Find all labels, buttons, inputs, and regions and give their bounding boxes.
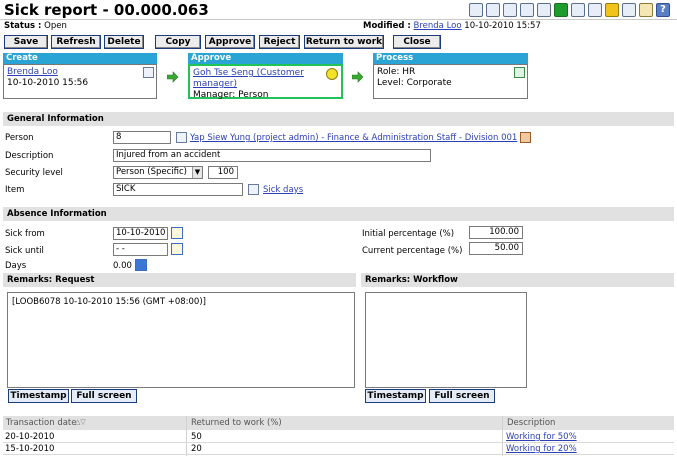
workflow-create-box: Brenda Loo 10-10-2010 15:56 [3, 64, 157, 99]
security-level-number[interactable]: 100 [208, 166, 238, 179]
workflow-create-header: Create [3, 53, 157, 64]
arrow-right-icon [167, 71, 179, 83]
workflow-create-date: 10-10-2010 15:56 [7, 78, 89, 88]
workflow-process-level: Level: Corporate [377, 78, 452, 88]
remarks-request-heading: Remarks: Request [3, 273, 356, 287]
workflow-approve-header: Approve [188, 53, 343, 64]
table-header: Transaction date △▽ Returned to work (%)… [3, 416, 674, 430]
workflow-approve-name[interactable]: Goh Tse Seng (Customer manager) [193, 68, 321, 90]
calendar-icon[interactable] [171, 227, 183, 239]
workflow-create-name[interactable]: Brenda Loo [7, 67, 153, 78]
settings-icon[interactable] [605, 3, 619, 17]
cell-percent: 50 [191, 432, 202, 442]
sick-until-label: Sick until [5, 246, 44, 256]
copy-button[interactable]: Copy [155, 35, 201, 49]
sick-from-label: Sick from [5, 229, 45, 239]
delete-button[interactable]: Delete [104, 35, 144, 49]
initial-percentage-label: Initial percentage (%) [362, 229, 455, 239]
arrow-right-icon [352, 71, 364, 83]
security-level-select[interactable]: Person (Specific) [113, 166, 203, 179]
sick-until-input[interactable]: - - [113, 243, 168, 256]
sick-days-link[interactable]: Sick days [263, 185, 303, 195]
full-screen-button[interactable]: Full screen [71, 389, 137, 403]
approve-button[interactable]: Approve [205, 35, 255, 49]
modified-by-link[interactable]: Brenda Loo [414, 21, 462, 31]
document-icon[interactable] [537, 3, 551, 17]
description-label: Description [5, 151, 54, 161]
current-percentage-input[interactable]: 50.00 [469, 242, 523, 255]
database-icon[interactable] [571, 3, 585, 17]
refresh-button[interactable]: Refresh [51, 35, 101, 49]
info-icon[interactable] [554, 3, 568, 17]
workflow-process-box: Role: HR Level: Corporate [373, 64, 528, 99]
timestamp-button[interactable]: Timestamp [365, 389, 426, 403]
document-icon[interactable] [486, 3, 500, 17]
absence-information-heading: Absence Information [3, 207, 674, 221]
table-row[interactable]: 15-10-2010 20 Working for 20% [3, 443, 674, 455]
save-button[interactable]: Save [4, 35, 48, 49]
sort-icon[interactable]: △▽ [75, 418, 86, 426]
status-circle-icon [326, 68, 338, 80]
modified-line: Modified : Brenda Loo 10-10-2010 15:57 [363, 21, 541, 31]
full-screen-button[interactable]: Full screen [429, 389, 495, 403]
modified-label: Modified : [363, 21, 411, 31]
person-label: Person [5, 133, 34, 143]
chevron-down-icon[interactable]: ▼ [192, 167, 202, 178]
close-button[interactable]: Close [393, 35, 441, 49]
days-value: 0.00 [113, 261, 132, 271]
reject-button[interactable]: Reject [259, 35, 300, 49]
general-information-heading: General Information [3, 112, 674, 126]
help-icon[interactable]: ? [656, 3, 670, 17]
document-icon[interactable] [520, 3, 534, 17]
workflow-process-role: Role: HR [377, 67, 416, 77]
return-to-work-button[interactable]: Return to work [304, 35, 384, 49]
search-icon[interactable] [248, 184, 259, 195]
current-percentage-label: Current percentage (%) [362, 246, 463, 256]
remarks-workflow-heading: Remarks: Workflow [361, 273, 674, 287]
workflow-approve-manager: Manager: Person [193, 90, 269, 100]
note-icon[interactable] [143, 67, 154, 78]
document-icon[interactable] [503, 3, 517, 17]
sick-from-input[interactable]: 10-10-2010 [113, 227, 168, 240]
item-label: Item [5, 185, 25, 195]
column-transaction-date[interactable]: Transaction date [6, 418, 77, 428]
status-line: Status : Open [4, 21, 67, 31]
database-icon[interactable] [588, 3, 602, 17]
calculator-icon[interactable] [135, 259, 147, 271]
cell-percent: 20 [191, 444, 202, 454]
page-title: Sick report - 00.000.063 [4, 1, 209, 19]
column-returned-to-work[interactable]: Returned to work (%) [191, 418, 282, 428]
print-icon[interactable] [622, 3, 636, 17]
modified-date: 10-10-2010 15:57 [464, 21, 541, 31]
status-value: Open [44, 21, 67, 31]
description-input[interactable]: Injured from an accident [113, 149, 431, 162]
cell-description-link[interactable]: Working for 50% [506, 432, 577, 442]
workflow-approve-box: Goh Tse Seng (Customer manager) Manager:… [188, 64, 343, 100]
column-description[interactable]: Description [507, 418, 555, 428]
status-label: Status : [4, 21, 42, 31]
search-icon[interactable] [176, 132, 187, 143]
process-icon[interactable] [514, 67, 525, 78]
home-icon[interactable] [639, 3, 653, 17]
initial-percentage-input[interactable]: 100.00 [469, 226, 523, 239]
grid-icon[interactable] [469, 3, 483, 17]
timestamp-button[interactable]: Timestamp [8, 389, 69, 403]
calendar-icon[interactable] [171, 243, 183, 255]
remarks-workflow-textarea[interactable] [365, 292, 527, 388]
cell-description-link[interactable]: Working for 20% [506, 444, 577, 454]
person-link[interactable]: Yap Siew Yung (project admin) - Finance … [190, 133, 517, 143]
table-row[interactable]: 20-10-2010 50 Working for 50% [3, 431, 674, 443]
person-input[interactable]: 8 [113, 131, 171, 144]
security-level-label: Security level [5, 168, 63, 178]
user-icon[interactable] [520, 132, 531, 143]
cell-date: 20-10-2010 [5, 432, 55, 442]
workflow-process-header: Process [373, 53, 528, 64]
item-input[interactable]: SICK [113, 183, 243, 196]
remarks-request-textarea[interactable]: [LOOB6078 10-10-2010 15:56 (GMT +08:00)] [7, 292, 355, 388]
days-label: Days [5, 261, 27, 271]
cell-date: 15-10-2010 [5, 444, 55, 454]
